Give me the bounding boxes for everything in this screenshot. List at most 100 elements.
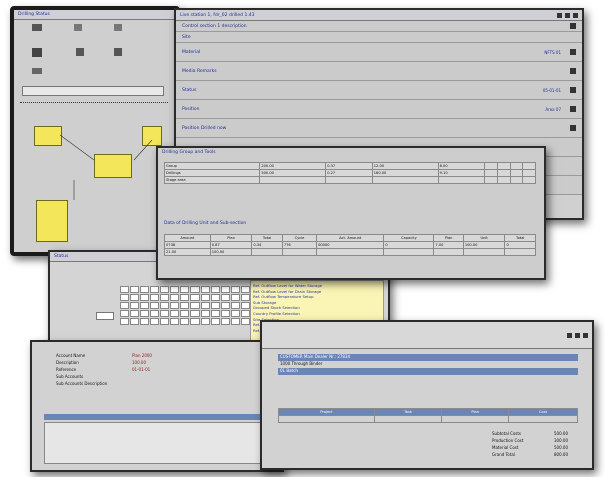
drilling-section-header: Drilling Group and Tools <box>158 148 544 157</box>
cell-value[interactable]: 0738 <box>164 241 211 249</box>
main-titlebar: Live station 1, fdr_02 drilled 1.43 <box>176 10 582 21</box>
row-label: Position Drilled now <box>182 125 227 131</box>
edit-icon[interactable] <box>570 23 576 29</box>
cell-value[interactable]: 200.00 <box>259 162 327 170</box>
cell-value[interactable]: 500.00 <box>259 169 327 177</box>
total-value: 500.00 <box>554 431 568 436</box>
close-icon[interactable] <box>583 332 588 338</box>
property-row[interactable]: Media Remarks <box>176 62 582 81</box>
cell-value[interactable]: 160.00 <box>371 169 439 177</box>
property-row[interactable]: Position Drilled now <box>176 119 582 138</box>
info-row: 1000 Through Binder <box>280 361 323 366</box>
col-header: Cycle <box>281 234 318 242</box>
row-label: Media Remarks <box>182 68 217 74</box>
print-icon[interactable] <box>567 332 572 338</box>
grid-body[interactable] <box>44 422 274 464</box>
total-value: 500.00 <box>554 445 568 450</box>
col-header: Task <box>373 408 443 416</box>
minimize-icon[interactable] <box>573 12 578 18</box>
cell-value[interactable]: 0.34 <box>251 241 283 249</box>
col-header: Capacity <box>383 234 435 242</box>
col-header: Plan <box>441 408 510 416</box>
property-row[interactable]: Material NFTS 01 <box>176 43 582 62</box>
window-controls[interactable] <box>567 332 588 338</box>
property-row[interactable]: Site <box>176 32 582 43</box>
col-header: Total <box>504 234 536 242</box>
form-values: Plan 2000 100.00 01-01-01 <box>132 352 152 373</box>
col-header: Plan <box>433 234 464 242</box>
totals: Subtotal Costs Production Cost Material … <box>492 430 523 458</box>
schedule-table[interactable] <box>120 286 260 325</box>
row-label: Material <box>182 49 201 55</box>
field-value[interactable]: Plan 2000 <box>132 352 152 359</box>
sub-section-table: Amount Plan Total Cycle Act. Amount Capacity P… <box>164 234 536 256</box>
row-label: Position <box>182 106 200 112</box>
field-value[interactable]: 01-01-01 <box>132 366 152 373</box>
row-label: Control section 1 description <box>182 23 247 29</box>
row-label: Stage area <box>163 176 261 184</box>
property-row[interactable]: Position Area 07 <box>176 100 582 119</box>
row-label: Status <box>182 87 197 93</box>
col-header: Cost <box>508 408 578 416</box>
cell-value[interactable]: 100.00 <box>209 248 253 256</box>
info-rows: CUSTOMER Main Dealer Nr.: 27834 1000 Thr… <box>278 354 578 375</box>
cell-value[interactable]: 12.00 <box>371 162 439 170</box>
project-window: CUSTOMER Main Dealer Nr.: 27834 1000 Thr… <box>260 320 594 470</box>
section2-header: Data of Drilling Unit and Sub-section <box>164 220 246 226</box>
cell-value[interactable]: 0.37 <box>325 162 373 170</box>
cell-value[interactable]: 21.00 <box>164 248 211 256</box>
connector-lines <box>59 134 153 200</box>
section-title: Drilling Group and Tools <box>162 150 216 155</box>
input-field[interactable] <box>96 312 114 320</box>
property-row[interactable]: Control section 1 description <box>176 21 582 32</box>
property-row[interactable]: Status 05-01-01 <box>176 81 582 100</box>
close-icon[interactable] <box>557 12 562 18</box>
col-header: Project <box>278 408 375 416</box>
field-label: Reference <box>56 367 77 372</box>
field-value[interactable]: 100.00 <box>132 359 152 366</box>
window-controls[interactable] <box>557 12 578 18</box>
cell-value[interactable]: 00000 <box>316 241 385 249</box>
total-label: Subtotal Costs <box>492 431 522 436</box>
cell-value[interactable]: 8.00 <box>437 162 486 170</box>
cell-value[interactable]: 0 <box>383 241 435 249</box>
grid-header-bar <box>44 414 272 420</box>
settings-icon[interactable] <box>570 87 576 93</box>
row-label: Drillings <box>163 169 261 177</box>
settings-icon[interactable] <box>570 125 576 131</box>
settings-icon[interactable] <box>570 106 576 112</box>
total-label: Grand Total <box>492 452 515 457</box>
cell-value[interactable]: 0.87 <box>209 241 253 249</box>
total-values: 500.00 300.00 500.00 800.00 <box>554 430 568 458</box>
field-label: Sub Accounts <box>56 374 84 379</box>
row-value: Area 07 <box>545 106 561 112</box>
total-value: 300.00 <box>554 438 568 443</box>
account-window: Account Name Description Reference Sub A… <box>30 340 284 472</box>
col-header: Act. Amount <box>316 234 385 242</box>
total-label: Material Cost <box>492 445 519 450</box>
cell-value[interactable]: 7.00 <box>433 241 464 249</box>
left-status-window: Drilling Status <box>10 6 180 256</box>
settings-icon[interactable] <box>570 68 576 74</box>
section-title: Data of Drilling Unit and Sub-section <box>164 221 247 226</box>
col-header: Plan <box>209 234 253 242</box>
row-value: NFTS 01 <box>544 49 561 55</box>
project-titlebar <box>262 322 592 349</box>
cell-value[interactable]: 0.27 <box>325 169 373 177</box>
cell-value[interactable]: 776 <box>281 241 318 249</box>
cell-value[interactable]: 0 <box>504 241 536 249</box>
cell-value[interactable]: 9.10 <box>437 169 486 177</box>
cell-value[interactable]: 100.00 <box>462 241 506 249</box>
row-label: Group <box>163 162 261 170</box>
settings-icon[interactable] <box>570 49 576 55</box>
drilling-window: Drilling Group and Tools Group 200.00 0.37… <box>156 146 546 280</box>
total-value: 800.00 <box>554 452 568 457</box>
total-label: Production Cost <box>492 438 524 443</box>
col-header: Unit <box>462 234 506 242</box>
row-value: 05-01-01 <box>542 87 561 93</box>
maximize-icon[interactable] <box>565 12 570 18</box>
field-label: Account Name <box>56 353 86 358</box>
col-header: Amount <box>164 234 211 242</box>
save-icon[interactable] <box>575 332 580 338</box>
form-fields: Account Name Description Reference Sub A… <box>56 352 107 387</box>
